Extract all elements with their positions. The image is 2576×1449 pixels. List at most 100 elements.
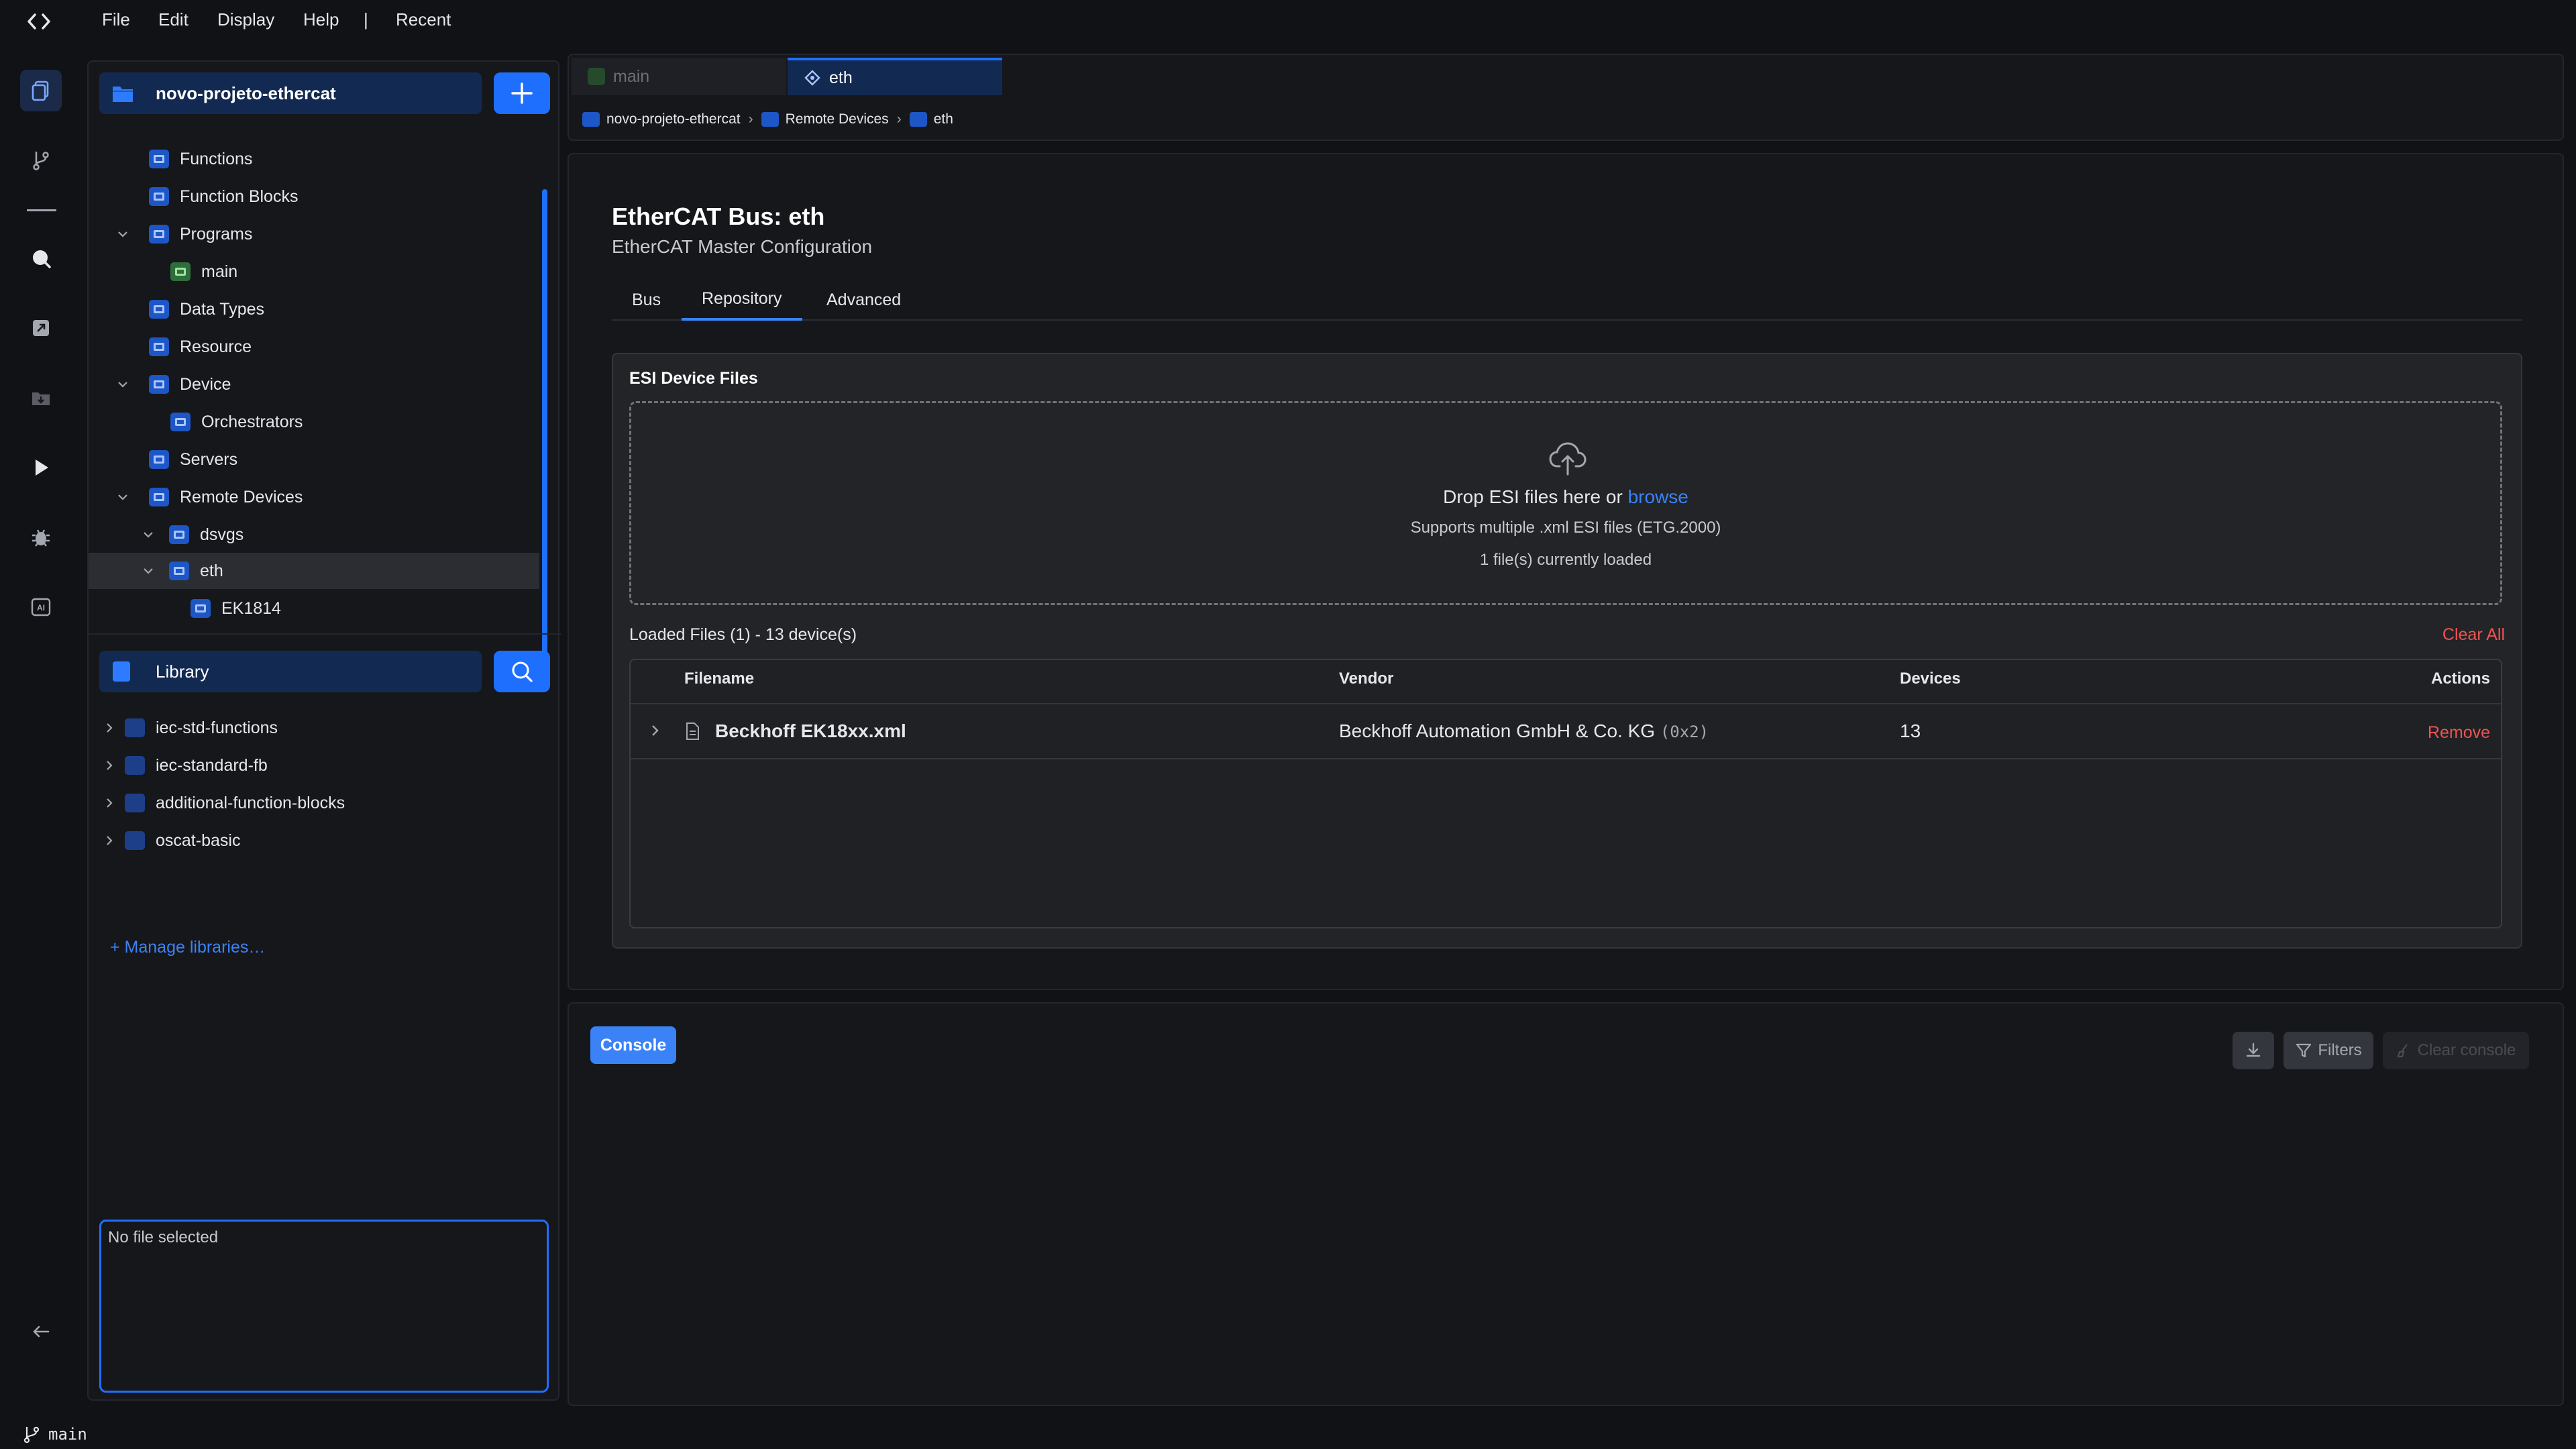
files-icon[interactable] <box>20 70 62 111</box>
tree-item-ek1814[interactable]: EK1814 <box>191 590 538 627</box>
chevron-down-icon[interactable] <box>114 376 131 393</box>
tree-item-device[interactable]: Device <box>114 366 538 402</box>
explorer-scrollbar[interactable] <box>542 189 547 686</box>
plus-icon <box>511 83 533 104</box>
browse-link[interactable]: browse <box>1628 486 1688 507</box>
network-icon <box>169 561 189 580</box>
tree-item-dsvgs[interactable]: dsvgs <box>140 517 538 553</box>
esi-section-title: ESI Device Files <box>629 369 758 388</box>
download-button[interactable] <box>2233 1032 2274 1069</box>
device-icon <box>149 375 169 394</box>
filters-label: Filters <box>2318 1041 2362 1059</box>
editor-panel: EtherCAT Bus: eth EtherCAT Master Config… <box>568 153 2564 990</box>
tree-item-servers[interactable]: Servers <box>149 441 538 478</box>
tree-item-functions[interactable]: Functions <box>149 141 538 177</box>
git-branch-icon[interactable] <box>20 140 62 181</box>
console-panel: Console Filters Clear console <box>568 1002 2564 1406</box>
breadcrumb-item[interactable]: Remote Devices <box>786 111 889 127</box>
menu-recent[interactable]: Recent <box>396 9 451 30</box>
chevron-down-icon[interactable] <box>114 488 131 506</box>
tab-advanced[interactable]: Advanced <box>806 279 921 321</box>
menu-file[interactable]: File <box>102 9 130 30</box>
chevron-right-icon[interactable] <box>101 794 118 812</box>
library-item-additional-function-blocks[interactable]: additional-function-blocks <box>101 785 537 821</box>
tree-item-remote-devices[interactable]: Remote Devices <box>114 479 538 515</box>
file-icon <box>684 722 700 745</box>
library-item-oscat-basic[interactable]: oscat-basic <box>101 822 537 859</box>
tree-item-label: Function Blocks <box>180 186 299 206</box>
filters-button[interactable]: Filters <box>2284 1032 2373 1069</box>
arrow-left-icon[interactable] <box>20 1311 62 1352</box>
tree-item-label: Programs <box>180 224 253 244</box>
tab-repository[interactable]: Repository <box>682 279 802 321</box>
column-header-actions: Actions <box>2430 669 2490 688</box>
folder-icon <box>113 87 133 102</box>
tree-item-main[interactable]: main <box>170 254 538 290</box>
library-item-iec-std-functions[interactable]: iec-std-functions <box>101 710 537 746</box>
column-header-vendor: Vendor <box>1339 669 1394 688</box>
library-header[interactable]: Library <box>99 651 482 692</box>
ai-icon[interactable]: AI <box>20 586 62 628</box>
page-subtitle: EtherCAT Master Configuration <box>612 236 873 257</box>
play-icon[interactable] <box>20 447 62 488</box>
chevron-right-icon[interactable] <box>101 719 118 737</box>
chevron-down-icon[interactable] <box>140 526 157 543</box>
menu-display[interactable]: Display <box>217 9 274 30</box>
chevron-down-icon[interactable] <box>140 562 157 580</box>
chevron-right-icon[interactable] <box>647 722 663 743</box>
chevron-right-icon[interactable] <box>101 757 118 774</box>
clear-console-label: Clear console <box>2417 1041 2516 1059</box>
tab-eth[interactable]: eth <box>788 58 1002 95</box>
breadcrumb-item[interactable]: eth <box>934 111 953 127</box>
row-devices: 13 <box>1900 720 1921 741</box>
chevron-right-icon[interactable] <box>101 832 118 849</box>
clear-all-button[interactable]: Clear All <box>2443 625 2505 645</box>
library-item-label: additional-function-blocks <box>156 793 345 812</box>
library-title: Library <box>156 661 209 682</box>
file-info-text: No file selected <box>108 1228 219 1246</box>
project-name: novo-projeto-ethercat <box>156 83 336 103</box>
search-icon[interactable] <box>20 237 62 279</box>
manage-libraries-link[interactable]: + Manage libraries… <box>110 938 265 957</box>
remove-button[interactable]: Remove <box>2428 723 2490 743</box>
chevron-down-icon[interactable] <box>114 225 131 243</box>
breadcrumb-item[interactable]: novo-projeto-ethercat <box>606 111 741 127</box>
esi-dropzone[interactable]: Drop ESI files here or browse Supports m… <box>629 401 2502 605</box>
orchestrators-icon <box>170 413 191 431</box>
tree-item-function-blocks[interactable]: Function Blocks <box>149 178 538 215</box>
download-folder-icon[interactable] <box>20 377 62 419</box>
table-row[interactable]: Beckhoff EK18xx.xml Beckhoff Automation … <box>631 703 2501 759</box>
library-search-button[interactable] <box>494 651 550 692</box>
code-brackets-icon[interactable] <box>27 11 51 32</box>
tree-item-eth[interactable]: eth <box>89 553 539 589</box>
library-item-label: iec-std-functions <box>156 718 278 737</box>
editor-section-tabs: Bus Repository Advanced <box>612 279 2522 321</box>
dropzone-supports-text: Supports multiple .xml ESI files (ETG.20… <box>1410 519 1721 537</box>
program-file-icon <box>170 262 191 281</box>
tab-main[interactable]: main <box>572 58 786 95</box>
plc-icon <box>582 112 600 127</box>
tab-bus[interactable]: Bus <box>612 279 681 321</box>
branch-name[interactable]: main <box>48 1425 87 1444</box>
clear-console-button[interactable]: Clear console <box>2383 1032 2529 1069</box>
menu-help[interactable]: Help <box>303 9 339 30</box>
tree-item-orchestrators[interactable]: Orchestrators <box>170 404 538 440</box>
git-branch-icon <box>23 1426 40 1444</box>
add-button[interactable] <box>494 72 550 114</box>
tree-item-programs[interactable]: Programs <box>114 216 538 252</box>
tree-item-label: Functions <box>180 149 253 168</box>
explorer-divider <box>89 633 561 635</box>
bug-icon[interactable] <box>20 517 62 558</box>
library-icon <box>125 831 145 850</box>
tree-item-resource[interactable]: Resource <box>149 329 538 365</box>
svg-text:AI: AI <box>37 603 45 612</box>
network-icon <box>909 112 927 127</box>
project-header[interactable]: novo-projeto-ethercat <box>99 72 482 114</box>
tree-item-data-types[interactable]: Data Types <box>149 291 538 327</box>
console-tab-button[interactable]: Console <box>590 1026 676 1064</box>
library-item-label: oscat-basic <box>156 830 241 850</box>
library-item-iec-standard-fb[interactable]: iec-standard-fb <box>101 747 537 784</box>
resize-icon[interactable] <box>20 307 62 349</box>
drop-text: Drop ESI files here or <box>1443 486 1628 507</box>
menu-edit[interactable]: Edit <box>158 9 189 30</box>
